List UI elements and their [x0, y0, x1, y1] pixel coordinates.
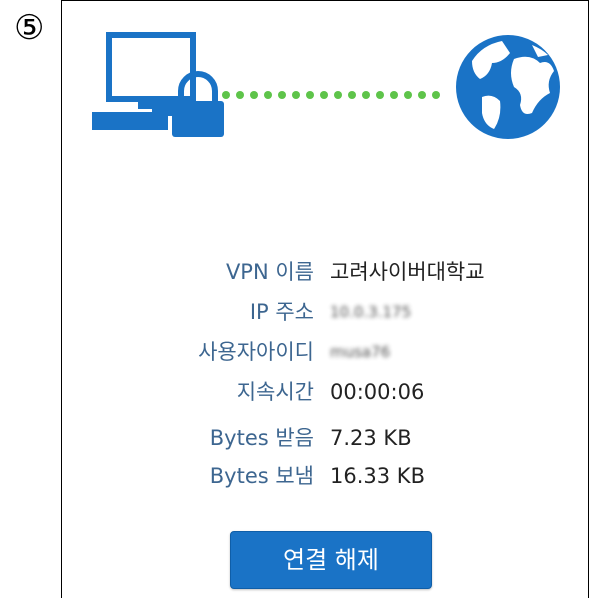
duration-value: 00:00:06	[330, 380, 425, 404]
vpn-status-panel: VPN 이름 고려사이버대학교 IP 주소 10.0.3.175 사용자아이디 …	[61, 0, 589, 598]
connection-illustration	[62, 1, 590, 151]
vpn-name-row: VPN 이름 고려사이버대학교	[62, 256, 590, 288]
bytes-received-row: Bytes 받음 7.23 KB	[62, 422, 590, 454]
bytes-sent-row: Bytes 보냄 16.33 KB	[62, 460, 590, 492]
user-row: 사용자아이디 musa76	[62, 336, 590, 368]
user-id-label: 사용자아이디	[198, 340, 314, 364]
connection-dots	[222, 91, 440, 99]
ip-row: IP 주소 10.0.3.175	[62, 296, 590, 328]
bytes-received-label: Bytes 받음	[209, 426, 314, 450]
step-number-badge: ⑤	[14, 8, 45, 48]
duration-label: 지속시간	[236, 380, 314, 404]
vpn-name-label: VPN 이름	[225, 260, 314, 284]
vpn-name-value: 고려사이버대학교	[330, 260, 485, 284]
disconnect-button[interactable]: 연결 해제	[230, 531, 432, 589]
ip-value: 10.0.3.175	[330, 303, 412, 321]
duration-row: 지속시간 00:00:06	[62, 376, 590, 408]
lock-icon	[172, 71, 224, 137]
bytes-received-value: 7.23 KB	[330, 426, 412, 450]
user-id-value: musa76	[330, 343, 391, 361]
bytes-sent-label: Bytes 보냄	[209, 464, 314, 488]
ip-label: IP 주소	[249, 300, 314, 324]
bytes-sent-value: 16.33 KB	[330, 464, 425, 488]
globe-icon	[456, 35, 560, 139]
